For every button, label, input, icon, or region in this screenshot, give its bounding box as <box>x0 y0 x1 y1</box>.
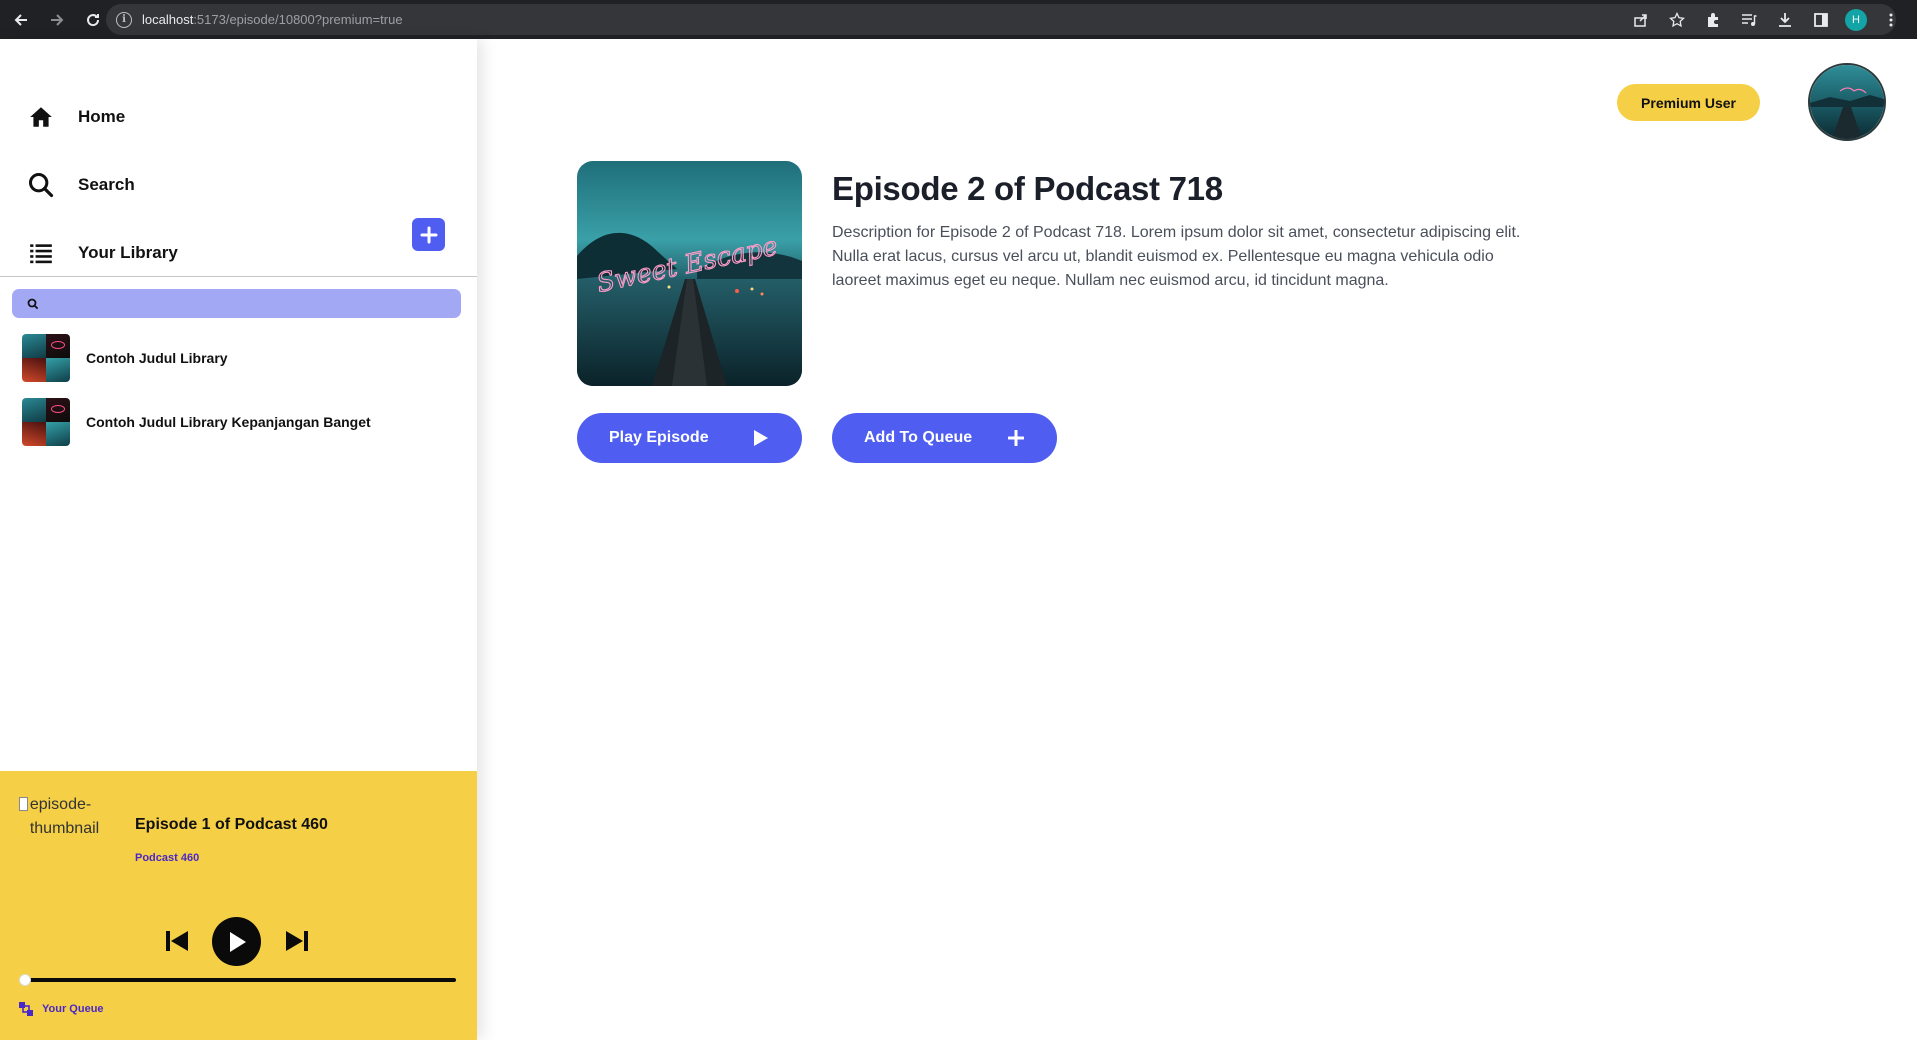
play-episode-button[interactable]: Play Episode <box>577 413 802 463</box>
sidebar-item-label: Search <box>78 175 135 194</box>
user-avatar[interactable] <box>1808 63 1886 141</box>
browser-actions: H <box>1629 0 1903 39</box>
search-icon <box>26 170 56 200</box>
media-queue-icon[interactable] <box>1737 8 1761 32</box>
play-pause-button[interactable] <box>212 917 261 966</box>
home-icon <box>26 102 56 132</box>
library-item-title: Contoh Judul Library <box>86 350 228 366</box>
playback-progress-bar[interactable] <box>19 974 456 986</box>
add-to-queue-button[interactable]: Add To Queue <box>832 413 1057 463</box>
add-to-queue-label: Add To Queue <box>864 429 973 446</box>
broken-image-icon <box>19 797 28 811</box>
sidebar-item-label: Your Library <box>78 243 178 262</box>
library-thumbnail <box>22 334 70 382</box>
extensions-icon[interactable] <box>1701 8 1725 32</box>
play-icon <box>752 429 770 447</box>
now-playing-podcast-link[interactable]: Podcast 460 <box>135 852 199 864</box>
previous-track-button[interactable] <box>162 926 192 956</box>
episode-thumbnail: episode-thumbnail <box>19 793 119 841</box>
browser-toolbar: i localhost:5173/episode/10800?premium=t… <box>0 0 1917 39</box>
your-queue-link[interactable]: Your Queue <box>18 1001 104 1017</box>
menu-kebab-icon[interactable] <box>1879 8 1903 32</box>
plus-icon <box>1007 429 1025 447</box>
premium-user-badge[interactable]: Premium User <box>1617 84 1760 121</box>
progress-handle[interactable] <box>19 974 31 986</box>
thumbnail-alt-text: episode-thumbnail <box>29 796 100 837</box>
skip-previous-icon <box>166 931 188 951</box>
url-text: localhost:5173/episode/10800?premium=tru… <box>142 12 403 27</box>
address-bar[interactable]: i localhost:5173/episode/10800?premium=t… <box>106 4 1896 35</box>
sidebar: Home Search Your Library Contoh Judul Li… <box>0 39 477 1040</box>
search-icon <box>27 298 39 309</box>
site-info-icon[interactable]: i <box>116 11 132 28</box>
library-list-item[interactable]: Contoh Judul Library Kepanjangan Banget <box>22 398 371 446</box>
sidebar-item-label: Home <box>78 107 126 126</box>
play-episode-label: Play Episode <box>609 429 709 446</box>
play-icon <box>229 931 246 952</box>
now-playing-panel: episode-thumbnail Episode 1 of Podcast 4… <box>0 771 477 1040</box>
library-thumbnail <box>22 398 70 446</box>
queue-icon <box>19 1002 33 1016</box>
reload-icon[interactable] <box>78 5 108 35</box>
forward-icon[interactable] <box>42 5 72 35</box>
sidebar-divider <box>0 276 477 277</box>
back-icon[interactable] <box>6 5 36 35</box>
library-list-icon <box>26 238 56 268</box>
sidebar-item-home[interactable]: Home <box>26 97 125 137</box>
library-list-item[interactable]: Contoh Judul Library <box>22 334 228 382</box>
queue-label: Your Queue <box>42 1003 104 1015</box>
sidebar-item-search[interactable]: Search <box>26 165 135 205</box>
skip-next-icon <box>286 931 308 951</box>
episode-cover-image: Sweet Escape <box>577 161 802 386</box>
next-track-button[interactable] <box>282 926 312 956</box>
share-icon[interactable] <box>1629 8 1653 32</box>
sidebar-item-your-library[interactable]: Your Library <box>26 233 178 273</box>
library-item-title: Contoh Judul Library Kepanjangan Banget <box>86 414 371 430</box>
episode-title: Episode 2 of Podcast 718 <box>832 170 1223 207</box>
plus-icon <box>420 226 437 243</box>
side-panel-icon[interactable] <box>1809 8 1833 32</box>
add-library-button[interactable] <box>412 218 445 251</box>
profile-avatar[interactable]: H <box>1845 8 1867 31</box>
now-playing-title: Episode 1 of Podcast 460 <box>135 816 328 833</box>
library-search-input[interactable] <box>47 289 461 318</box>
download-icon[interactable] <box>1773 8 1797 32</box>
episode-description: Description for Episode 2 of Podcast 718… <box>832 224 1521 289</box>
bookmark-star-icon[interactable] <box>1665 8 1689 32</box>
library-search-bar[interactable] <box>12 289 461 318</box>
